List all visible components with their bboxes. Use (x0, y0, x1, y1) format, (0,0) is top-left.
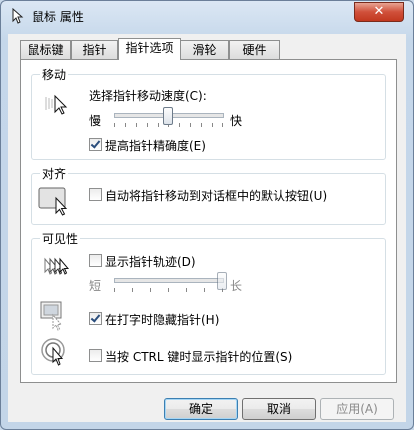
trails-slider-track (114, 278, 224, 283)
hide-while-typing-icon (40, 301, 70, 331)
window-title: 鼠标 属性 (32, 10, 84, 24)
close-icon: ✕ (373, 4, 385, 19)
slider-tick (114, 288, 115, 292)
ctrl-locate-pointer-icon (40, 337, 70, 369)
trails-length-slider[interactable] (114, 272, 227, 294)
snap-to-default-checkbox[interactable] (89, 188, 102, 201)
slider-tick (158, 123, 159, 127)
slider-tick (212, 123, 213, 127)
hide-while-typing-label: 在打字时隐藏指针(H) (105, 313, 220, 327)
slider-tick (204, 288, 205, 292)
short-label: 短 (89, 279, 102, 293)
tab-pointer-options[interactable]: 指针选项 (118, 38, 181, 60)
motion-group: 移动 选择指针移动速度(C): 慢 快 提高指针精确度(E) (31, 66, 386, 160)
mouse-properties-window: 鼠标 属性 ✕ 鼠标键 指针 指针选项 滑轮 硬件 移动 选择指针移动速度(C)… (0, 0, 414, 430)
snap-to-default-label: 自动将指针移动到对话框中的默认按钮(U) (105, 189, 328, 203)
slider-tick (186, 288, 187, 292)
close-button[interactable]: ✕ (354, 2, 404, 22)
tab-hardware[interactable]: 硬件 (229, 40, 280, 59)
enhance-precision-checkbox[interactable] (89, 138, 102, 151)
slider-tick (132, 288, 133, 292)
ctrl-locate-label: 当按 CTRL 键时显示指针的位置(S) (105, 350, 293, 364)
tab-pointers[interactable]: 指针 (71, 40, 118, 59)
snap-to-group: 对齐 自动将指针移动到对话框中的默认按钮(U) (31, 165, 386, 225)
slider-tick (168, 288, 169, 292)
ok-button[interactable]: 确定 (164, 398, 238, 420)
dialog-client-area: 鼠标键 指针 指针选项 滑轮 硬件 移动 选择指针移动速度(C): 慢 快 提高… (8, 34, 406, 422)
visibility-group: 可见性 显示指针轨迹(D) 短 长 在打字时隐藏指针(H) 当按 CTRL 键时… (31, 230, 386, 375)
fast-label: 快 (230, 114, 243, 128)
pointer-speed-icon (44, 93, 72, 117)
slider-tick (179, 123, 180, 127)
snap-to-default-button-icon (38, 183, 74, 217)
speed-label: 选择指针移动速度(C): (89, 89, 207, 103)
trails-slider-thumb[interactable] (217, 272, 227, 290)
tab-buttons[interactable]: 鼠标键 (20, 40, 71, 59)
slider-tick (201, 123, 202, 127)
hide-while-typing-checkbox[interactable] (89, 312, 102, 325)
slider-tick (222, 123, 223, 127)
pointer-options-panel: 移动 选择指针移动速度(C): 慢 快 提高指针精确度(E) 对齐 自动将指针移… (20, 59, 397, 383)
title-bar[interactable]: 鼠标 属性 ✕ (1, 1, 413, 31)
pointer-trails-label: 显示指针轨迹(D) (105, 255, 196, 269)
slider-tick (150, 288, 151, 292)
mouse-icon (10, 8, 26, 24)
slider-tick (114, 123, 115, 127)
slider-tick (147, 123, 148, 127)
enhance-precision-label: 提高指针精确度(E) (105, 139, 206, 153)
cancel-button[interactable]: 取消 (242, 398, 316, 420)
visibility-group-title: 可见性 (40, 230, 81, 247)
slider-tick (125, 123, 126, 127)
long-label: 长 (230, 279, 243, 293)
pointer-trails-icon (42, 255, 76, 281)
pointer-speed-slider[interactable] (114, 107, 224, 129)
slider-tick (136, 123, 137, 127)
motion-group-title: 移动 (40, 66, 69, 83)
ctrl-locate-checkbox[interactable] (89, 349, 102, 362)
pointer-trails-checkbox[interactable] (89, 254, 102, 267)
slow-label: 慢 (89, 114, 102, 128)
speed-slider-thumb[interactable] (163, 107, 173, 125)
tab-wheel[interactable]: 滑轮 (180, 40, 229, 59)
snap-group-title: 对齐 (40, 165, 69, 182)
apply-button: 应用(A) (320, 398, 394, 420)
slider-tick (190, 123, 191, 127)
